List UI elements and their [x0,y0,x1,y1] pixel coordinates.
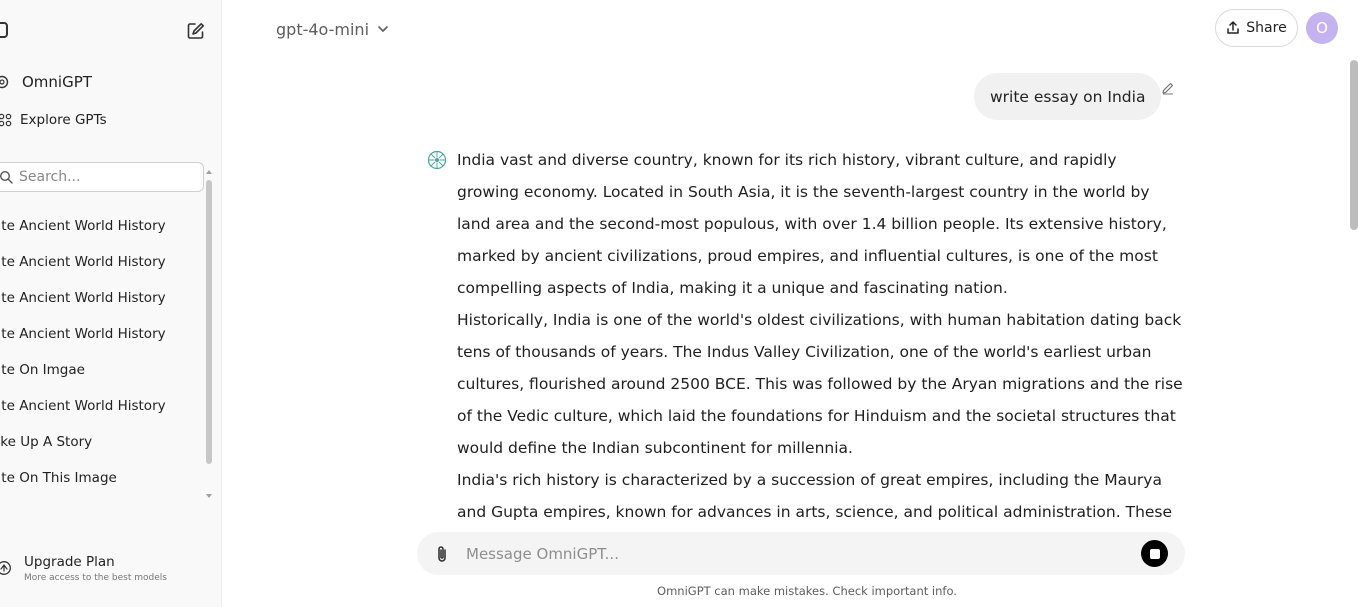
sidebar-toggle-icon[interactable] [0,22,8,38]
scrollbar-thumb[interactable] [206,180,212,464]
list-item[interactable]: rite Ancient World History [0,316,204,352]
stop-button[interactable] [1141,540,1168,567]
message-input[interactable] [466,544,1106,563]
sidebar-brand[interactable]: OmniGPT [0,70,92,94]
omnigpt-logo-icon [0,75,9,89]
list-item[interactable]: rite Ancient World History [0,244,204,280]
scroll-up-icon[interactable] [206,170,212,174]
brand-label: OmniGPT [22,73,92,91]
sidebar-search[interactable] [0,162,204,192]
list-item[interactable]: rite On This Image [0,460,204,496]
share-icon [1227,21,1240,34]
list-item[interactable]: rite On Imgae [0,352,204,388]
search-icon [0,171,13,184]
list-item[interactable]: ake Up A Story [0,424,204,460]
upgrade-plan-button[interactable]: Upgrade Plan More access to the best mod… [0,552,167,584]
stop-icon [1149,548,1160,559]
search-input[interactable] [19,169,189,185]
model-selector[interactable]: gpt-4o-mini [276,16,389,42]
page-scrollbar[interactable] [1348,60,1358,230]
explore-gpts-link[interactable]: Explore GPTs [0,109,107,131]
list-item[interactable]: rite Ancient World History [0,208,204,244]
sidebar-scrollbar[interactable] [205,170,212,500]
user-message: write essay on India [974,73,1162,120]
chat-history-list: rite Ancient World History rite Ancient … [0,208,204,496]
list-item[interactable]: rite Ancient World History [0,280,204,316]
scrollbar-thumb[interactable] [1350,60,1358,230]
upgrade-title: Upgrade Plan [24,554,115,570]
scroll-down-icon[interactable] [206,494,212,498]
new-chat-icon[interactable] [186,21,206,41]
message-composer [417,532,1185,575]
share-label: Share [1246,20,1287,36]
assistant-message: India vast and diverse country, known fo… [457,144,1183,528]
edit-message-icon[interactable] [1161,81,1175,95]
explore-label: Explore GPTs [20,112,107,128]
share-button[interactable]: Share [1215,9,1298,47]
list-item[interactable]: rite Ancient World History [0,388,204,424]
sidebar: OmniGPT Explore GPTs rite Ancient World … [0,0,222,607]
attach-icon[interactable] [434,544,450,564]
upgrade-subtitle: More access to the best models [24,573,167,583]
assistant-paragraph: India's rich history is characterized by… [457,471,1173,521]
assistant-paragraph: Historically, India is one of the world'… [457,311,1183,457]
model-label: gpt-4o-mini [276,19,370,39]
assistant-avatar-icon [427,150,447,170]
assistant-paragraph: India vast and diverse country, known fo… [457,151,1167,297]
avatar[interactable]: O [1306,12,1338,44]
upgrade-icon [0,561,11,575]
grid-icon [0,113,12,127]
chevron-down-icon [378,26,388,32]
disclaimer: OmniGPT can make mistakes. Check importa… [657,584,957,598]
